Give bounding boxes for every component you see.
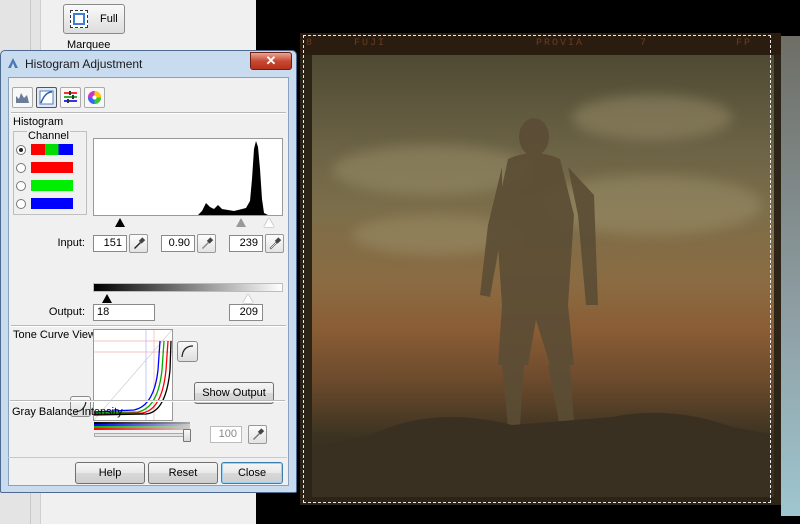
marquee-selection[interactable] <box>303 35 771 503</box>
gray-balance-section-label: Gray Balance Intensity <box>12 406 123 418</box>
button-bar-divider <box>8 457 287 458</box>
scanner-app-icon <box>8 58 18 68</box>
help-button[interactable]: Help <box>75 462 145 484</box>
dialog-lower-layer: Gray Balance Intensity 100 Help Reset Cl… <box>8 77 287 486</box>
gray-balance-slider-track[interactable] <box>94 433 190 437</box>
adjacent-frame-strip <box>781 36 800 516</box>
preview-area[interactable]: 8 FUJI PROVIA 7 FP <box>256 0 800 524</box>
close-button[interactable]: Close <box>221 462 283 484</box>
full-button-label: Full <box>100 13 118 25</box>
gray-balance-value-field[interactable]: 100 <box>210 426 242 443</box>
gray-balance-slider-thumb[interactable] <box>183 429 191 442</box>
gray-balance-eyedropper-button[interactable] <box>248 425 267 444</box>
dialog-titlebar[interactable]: Histogram Adjustment ✕ <box>1 51 296 75</box>
marquee-icon <box>70 10 88 28</box>
close-window-button[interactable]: ✕ <box>250 52 292 70</box>
dialog-title: Histogram Adjustment <box>25 57 143 71</box>
full-button[interactable]: Full <box>63 4 125 34</box>
reset-button[interactable]: Reset <box>148 462 218 484</box>
gray-balance-gradient <box>94 422 190 430</box>
eyedropper-icon <box>253 428 265 440</box>
